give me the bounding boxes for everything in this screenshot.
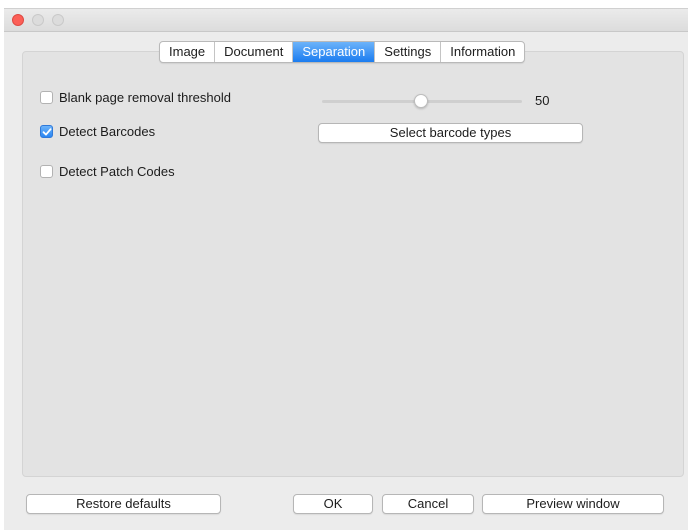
ok-button[interactable]: OK [293, 494, 373, 514]
blank-page-label: Blank page removal threshold [59, 89, 231, 105]
restore-defaults-button[interactable]: Restore defaults [26, 494, 221, 514]
threshold-value: 50 [535, 93, 550, 108]
preview-window-button[interactable]: Preview window [482, 494, 664, 514]
zoom-window-button[interactable] [52, 14, 64, 26]
cancel-button[interactable]: Cancel [382, 494, 474, 514]
select-barcode-types-button[interactable]: Select barcode types [318, 123, 583, 143]
threshold-slider-thumb[interactable] [414, 94, 428, 108]
detect-barcodes-row: Detect Barcodes [40, 122, 155, 140]
title-bar [4, 9, 688, 32]
detect-patch-codes-checkbox[interactable] [40, 164, 53, 178]
detect-barcodes-checkbox[interactable] [40, 124, 53, 138]
detect-patch-codes-label: Detect Patch Codes [59, 163, 175, 179]
tab-image[interactable]: Image [160, 42, 216, 62]
tab-document[interactable]: Document [215, 42, 294, 62]
tab-information[interactable]: Information [441, 42, 524, 62]
tab-settings[interactable]: Settings [375, 42, 442, 62]
preferences-window: Image Document Separation Settings Infor… [4, 8, 688, 530]
tab-separation[interactable]: Separation [293, 42, 376, 62]
blank-page-checkbox[interactable] [40, 90, 53, 104]
minimize-window-button[interactable] [32, 14, 44, 26]
blank-page-row: Blank page removal threshold [40, 88, 231, 106]
checkmark-icon [42, 127, 52, 135]
tab-bar: Image Document Separation Settings Infor… [159, 41, 526, 63]
detect-barcodes-label: Detect Barcodes [59, 123, 156, 139]
close-window-button[interactable] [12, 14, 24, 26]
detect-patch-codes-row: Detect Patch Codes [40, 162, 175, 180]
tab-content-panel [22, 51, 684, 477]
